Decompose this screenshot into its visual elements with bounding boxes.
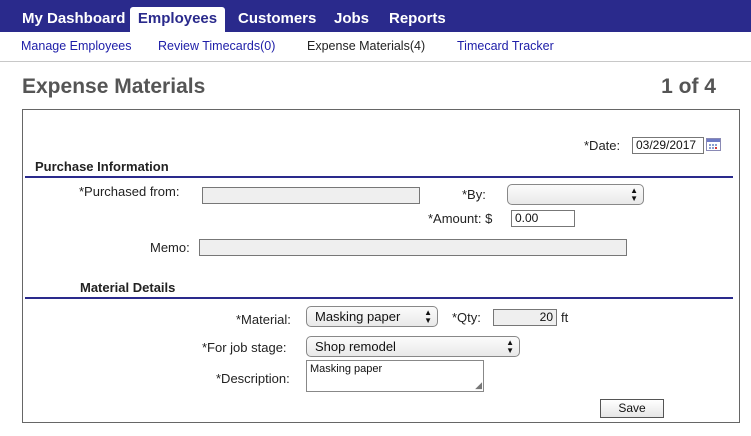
purchase-info-heading: Purchase Information: [35, 159, 169, 174]
job-stage-label: *For job stage:: [202, 340, 287, 355]
save-button[interactable]: Save: [600, 399, 664, 418]
material-details-divider: [25, 297, 733, 299]
subnav-timecard-tracker[interactable]: Timecard Tracker: [457, 39, 554, 53]
tab-reports[interactable]: Reports: [383, 7, 452, 32]
top-nav: My Dashboard Employees Customers Jobs Re…: [0, 0, 751, 32]
page-title: Expense Materials: [22, 75, 206, 98]
date-label: *Date:: [584, 138, 621, 153]
memo-label: Memo:: [150, 240, 190, 255]
job-stage-select-value: Shop remodel: [315, 339, 396, 354]
description-textarea[interactable]: Masking paper ◢: [306, 360, 484, 392]
qty-unit: ft: [561, 310, 569, 325]
tab-my-dashboard[interactable]: My Dashboard: [16, 7, 131, 32]
calendar-icon[interactable]: [706, 138, 721, 151]
material-select[interactable]: Masking paper ▲ ▼: [306, 306, 438, 327]
memo-input[interactable]: [199, 239, 627, 256]
sub-nav: Manage Employees Review Timecards(0) Exp…: [0, 32, 751, 62]
tab-customers[interactable]: Customers: [232, 7, 322, 32]
record-counter: 1 of 4: [661, 75, 716, 98]
date-input[interactable]: 03/29/2017: [632, 137, 704, 154]
subnav-manage-employees[interactable]: Manage Employees: [21, 39, 131, 53]
purchase-info-divider: [25, 176, 733, 178]
subnav-review-timecards[interactable]: Review Timecards(0): [158, 39, 275, 53]
by-select[interactable]: ▲ ▼: [507, 184, 644, 205]
qty-input[interactable]: 20: [493, 309, 557, 326]
job-stage-select[interactable]: Shop remodel ▲ ▼: [306, 336, 520, 357]
purchased-from-label: *Purchased from:: [79, 184, 180, 199]
tab-jobs[interactable]: Jobs: [328, 7, 375, 32]
resize-grip-icon[interactable]: ◢: [475, 380, 482, 391]
material-select-value: Masking paper: [315, 309, 401, 324]
purchased-from-input[interactable]: [202, 187, 420, 204]
tab-employees[interactable]: Employees: [130, 7, 225, 32]
updown-arrows-icon: ▲ ▼: [424, 308, 432, 325]
expense-form: *Date: 03/29/2017 Purchase Information *…: [22, 109, 740, 423]
subnav-expense-materials[interactable]: Expense Materials(4): [307, 39, 425, 53]
amount-label: *Amount: $: [428, 211, 493, 226]
updown-arrows-icon: ▲ ▼: [630, 186, 638, 203]
description-label: *Description:: [216, 371, 290, 386]
material-details-heading: Material Details: [80, 280, 176, 295]
description-text: Masking paper: [310, 363, 383, 375]
updown-arrows-icon: ▲ ▼: [506, 338, 514, 355]
amount-input[interactable]: 0.00: [511, 210, 575, 227]
by-label: *By:: [462, 187, 486, 202]
material-label: *Material:: [236, 312, 291, 327]
qty-label: *Qty:: [452, 310, 481, 325]
